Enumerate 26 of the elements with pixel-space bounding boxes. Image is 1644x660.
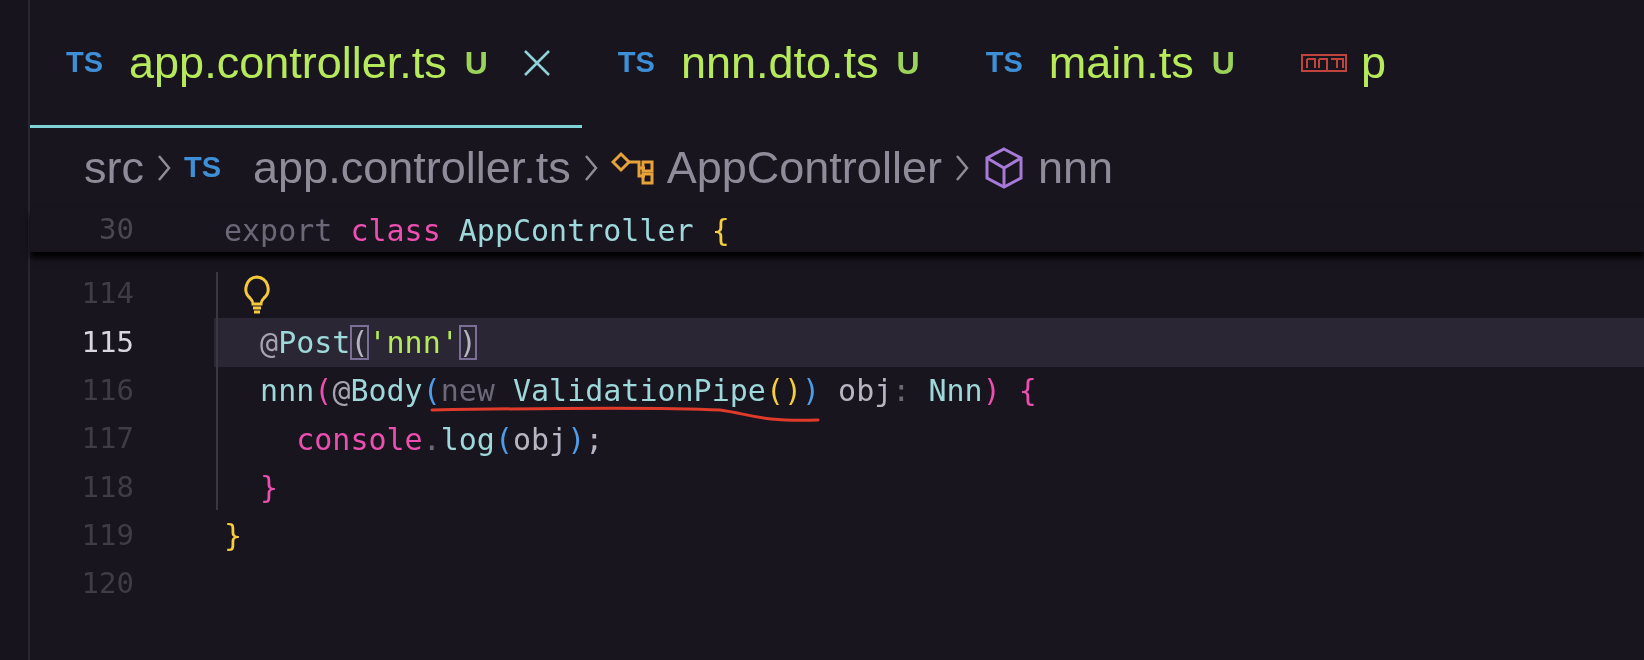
close-icon[interactable] bbox=[521, 47, 552, 78]
typescript-icon: TS bbox=[985, 40, 1023, 85]
typescript-icon: TS bbox=[66, 40, 104, 85]
editor-tab[interactable]: TS main.ts U bbox=[949, 0, 1265, 128]
line-number: 115 bbox=[80, 323, 134, 361]
status-letter: U bbox=[896, 43, 920, 83]
editor-tab[interactable]: p bbox=[1264, 0, 1416, 128]
status-letter: U bbox=[1211, 43, 1235, 83]
code-line: nnn(@Body(new ValidationPipe()) obj: Nnn) { bbox=[259, 372, 1037, 411]
code-line: } bbox=[224, 517, 243, 556]
typescript-icon: TS bbox=[617, 40, 655, 85]
breadcrumb-item[interactable]: AppController bbox=[666, 134, 942, 202]
code-line: export class AppController { bbox=[224, 211, 730, 250]
breadcrumb-item[interactable]: src bbox=[84, 134, 144, 202]
chevron-icon bbox=[156, 153, 172, 183]
editor-tab[interactable]: TS nnn.dto.ts U bbox=[581, 0, 950, 128]
code-line: console.log(obj); bbox=[295, 420, 604, 459]
breadcrumb-item[interactable]: nnn bbox=[1037, 134, 1113, 202]
code-line: } bbox=[259, 468, 279, 507]
breadcrumb-item[interactable]: app.controller.ts bbox=[253, 134, 571, 202]
status-letter: U bbox=[464, 43, 488, 83]
chevron-icon bbox=[582, 153, 599, 183]
chevron-icon bbox=[953, 153, 970, 183]
package-icon bbox=[1300, 53, 1347, 72]
editor-tab[interactable]: TS app.controller.ts U bbox=[30, 0, 582, 128]
typescript-icon: TS bbox=[184, 146, 222, 190]
